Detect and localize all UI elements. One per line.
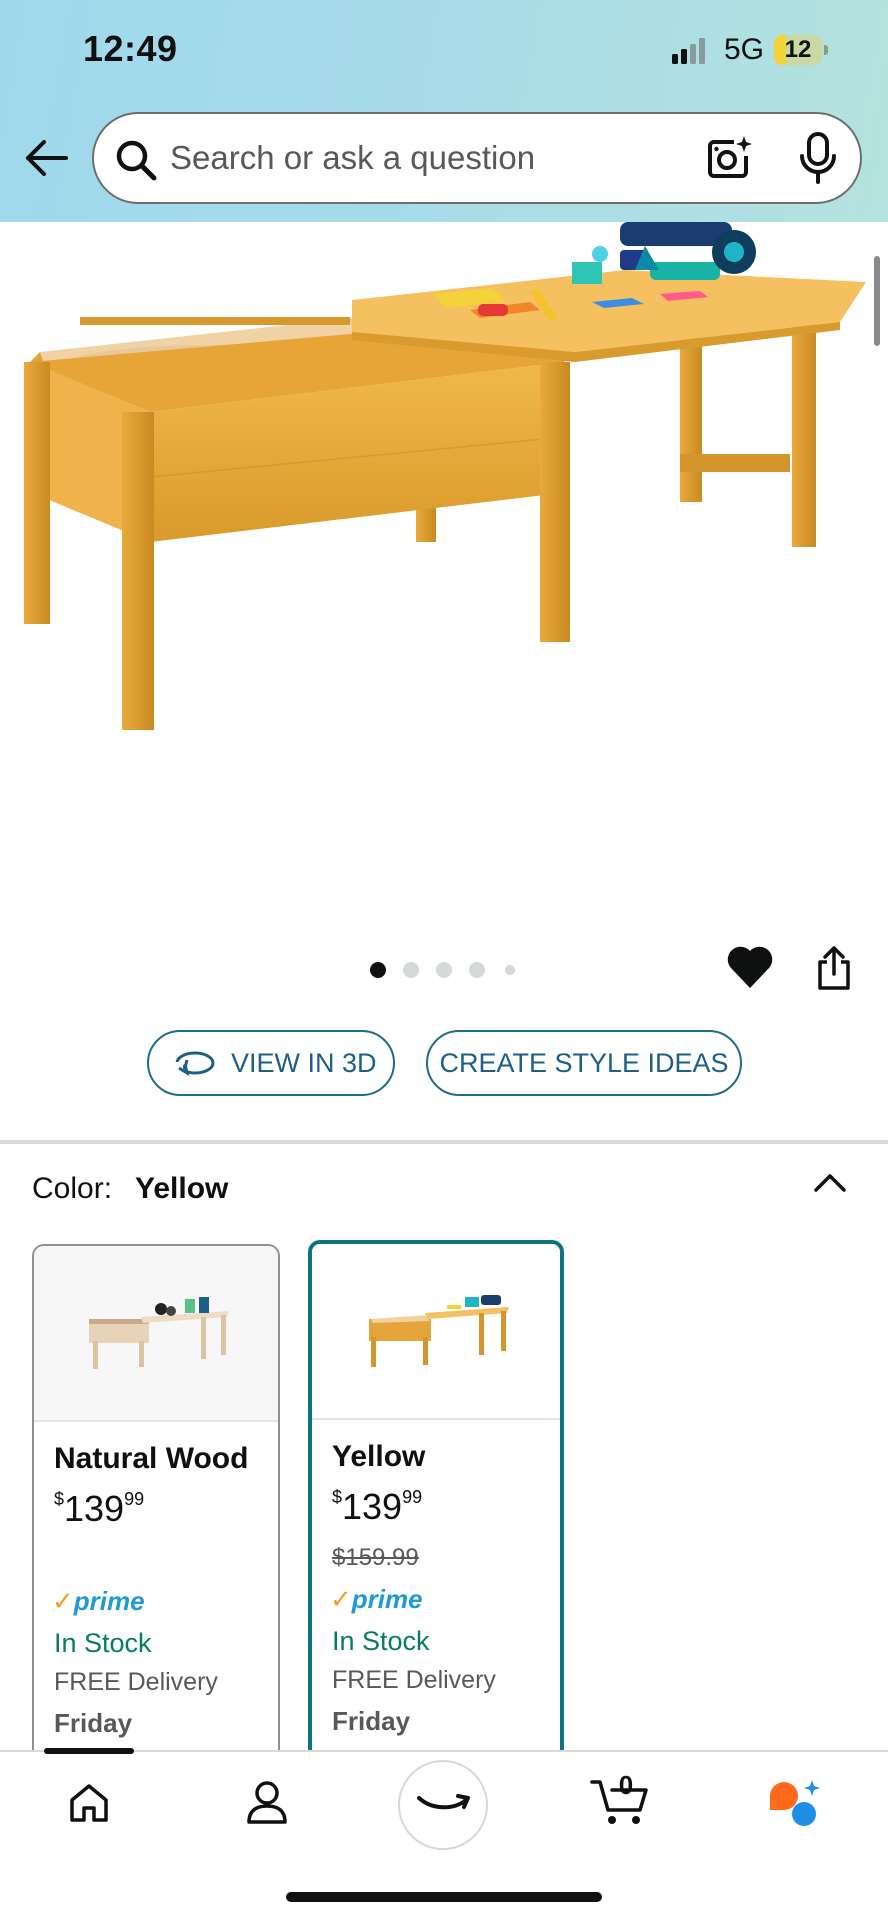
header: 12:49 5G 12 [0, 0, 888, 222]
battery-icon: 12 [774, 35, 828, 65]
heart-icon[interactable] [726, 944, 774, 990]
microphone-icon[interactable] [798, 132, 838, 184]
status-time: 12:49 [83, 28, 178, 69]
list-price-strikethrough: $159.99 [332, 1544, 419, 1571]
back-arrow-icon[interactable] [22, 136, 70, 180]
product-thumbnail-image [369, 1295, 509, 1367]
section-divider [0, 1140, 888, 1144]
search-input[interactable] [170, 132, 670, 184]
swatch-name: Natural Wood [54, 1442, 249, 1475]
amazon-smile-icon [417, 1794, 470, 1810]
stock-status: In Stock [332, 1626, 430, 1656]
camera-lens-icon[interactable] [704, 134, 752, 182]
color-swatch-natural-wood[interactable]: Natural Wood $13999 ✓prime In Stock FREE… [32, 1244, 280, 1764]
signal-strength-icon [672, 38, 705, 64]
home-icon[interactable] [68, 1782, 110, 1824]
active-tab-indicator [44, 1748, 134, 1754]
search-bar[interactable] [92, 112, 862, 204]
delivery-info: FREE Delivery [332, 1666, 496, 1694]
swatch-name: Yellow [332, 1440, 426, 1473]
swatch-thumbnail [34, 1246, 278, 1422]
prime-badge: ✓prime [330, 1584, 423, 1614]
swatch-price: $13999 [54, 1488, 145, 1529]
chevron-up-icon[interactable] [812, 1168, 848, 1196]
view-in-3d-label: VIEW IN 3D [231, 1048, 377, 1078]
gallery-scrollbar[interactable] [874, 256, 880, 346]
battery-level: 12 [784, 36, 812, 63]
network-type: 5G [724, 33, 765, 66]
cart-count: 0 [618, 1770, 634, 1800]
delivery-day: Friday [54, 1708, 133, 1738]
product-thumbnail-image [89, 1297, 229, 1369]
pagination-dot[interactable] [505, 965, 515, 975]
delivery-day: Friday [332, 1706, 411, 1736]
rufus-icon[interactable] [766, 1778, 824, 1828]
account-icon[interactable] [246, 1780, 288, 1824]
pagination-dot[interactable] [469, 962, 485, 978]
pagination-dot[interactable] [370, 962, 386, 978]
stock-status: In Stock [54, 1628, 152, 1658]
create-style-ideas-label: CREATE STYLE IDEAS [439, 1048, 729, 1078]
create-style-ideas-button[interactable]: CREATE STYLE IDEAS [426, 1030, 742, 1096]
home-indicator[interactable] [286, 1892, 602, 1902]
rotate-3d-icon [173, 1051, 215, 1077]
selected-color: Yellow [135, 1172, 229, 1205]
product-image[interactable] [0, 222, 888, 742]
share-icon[interactable] [814, 944, 854, 992]
image-pagination-dots[interactable] [360, 960, 530, 984]
swatch-thumbnail [312, 1244, 560, 1420]
pagination-dot[interactable] [436, 962, 452, 978]
color-swatch-yellow[interactable]: Yellow $13999 $159.99 ✓prime In Stock FR… [308, 1240, 564, 1760]
swatch-price: $13999 [332, 1486, 423, 1527]
search-icon [116, 140, 157, 181]
pagination-dot[interactable] [403, 962, 419, 978]
view-in-3d-button[interactable]: VIEW IN 3D [147, 1030, 395, 1096]
prime-badge: ✓prime [52, 1586, 145, 1616]
amazon-home-button[interactable] [398, 1760, 488, 1850]
color-label: Color: [32, 1172, 113, 1205]
delivery-info: FREE Delivery [54, 1668, 218, 1696]
